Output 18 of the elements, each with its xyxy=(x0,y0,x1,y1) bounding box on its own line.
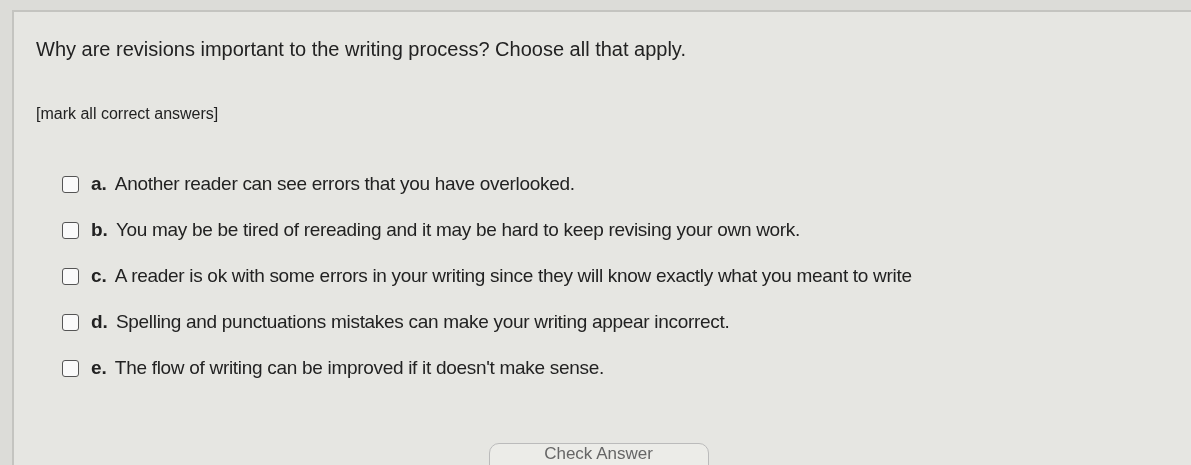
option-text: Spelling and punctuations mistakes can make your writing appear incorrect. xyxy=(115,311,730,333)
option-letter: e. xyxy=(91,357,107,379)
checkbox[interactable] xyxy=(62,221,79,239)
option-text: Another reader can see errors that you have overlooked. xyxy=(114,173,575,195)
check-answer-button[interactable]: Check Answer xyxy=(488,443,709,465)
checkbox[interactable] xyxy=(62,267,79,285)
option-letter: d. xyxy=(91,311,108,333)
checkbox[interactable] xyxy=(62,175,79,193)
option-text: You may be be tired of rereading and it may be hard to keep revising your own work. xyxy=(115,219,801,241)
option-text: The flow of writing can be improved if it doesn't make sense. xyxy=(114,357,604,379)
option-text: A reader is ok with some errors in your writing since they will know exactly what you meant to write xyxy=(114,265,912,287)
checkbox[interactable] xyxy=(62,313,79,331)
instruction-text: [mark all correct answers] xyxy=(36,105,220,123)
option-letter: c. xyxy=(91,265,107,287)
checkbox[interactable] xyxy=(62,359,79,377)
question-text: Why are revisions important to the writing process? Choose all that apply. xyxy=(36,38,687,61)
option-letter: a. xyxy=(91,173,107,195)
option-letter: b. xyxy=(91,219,108,241)
